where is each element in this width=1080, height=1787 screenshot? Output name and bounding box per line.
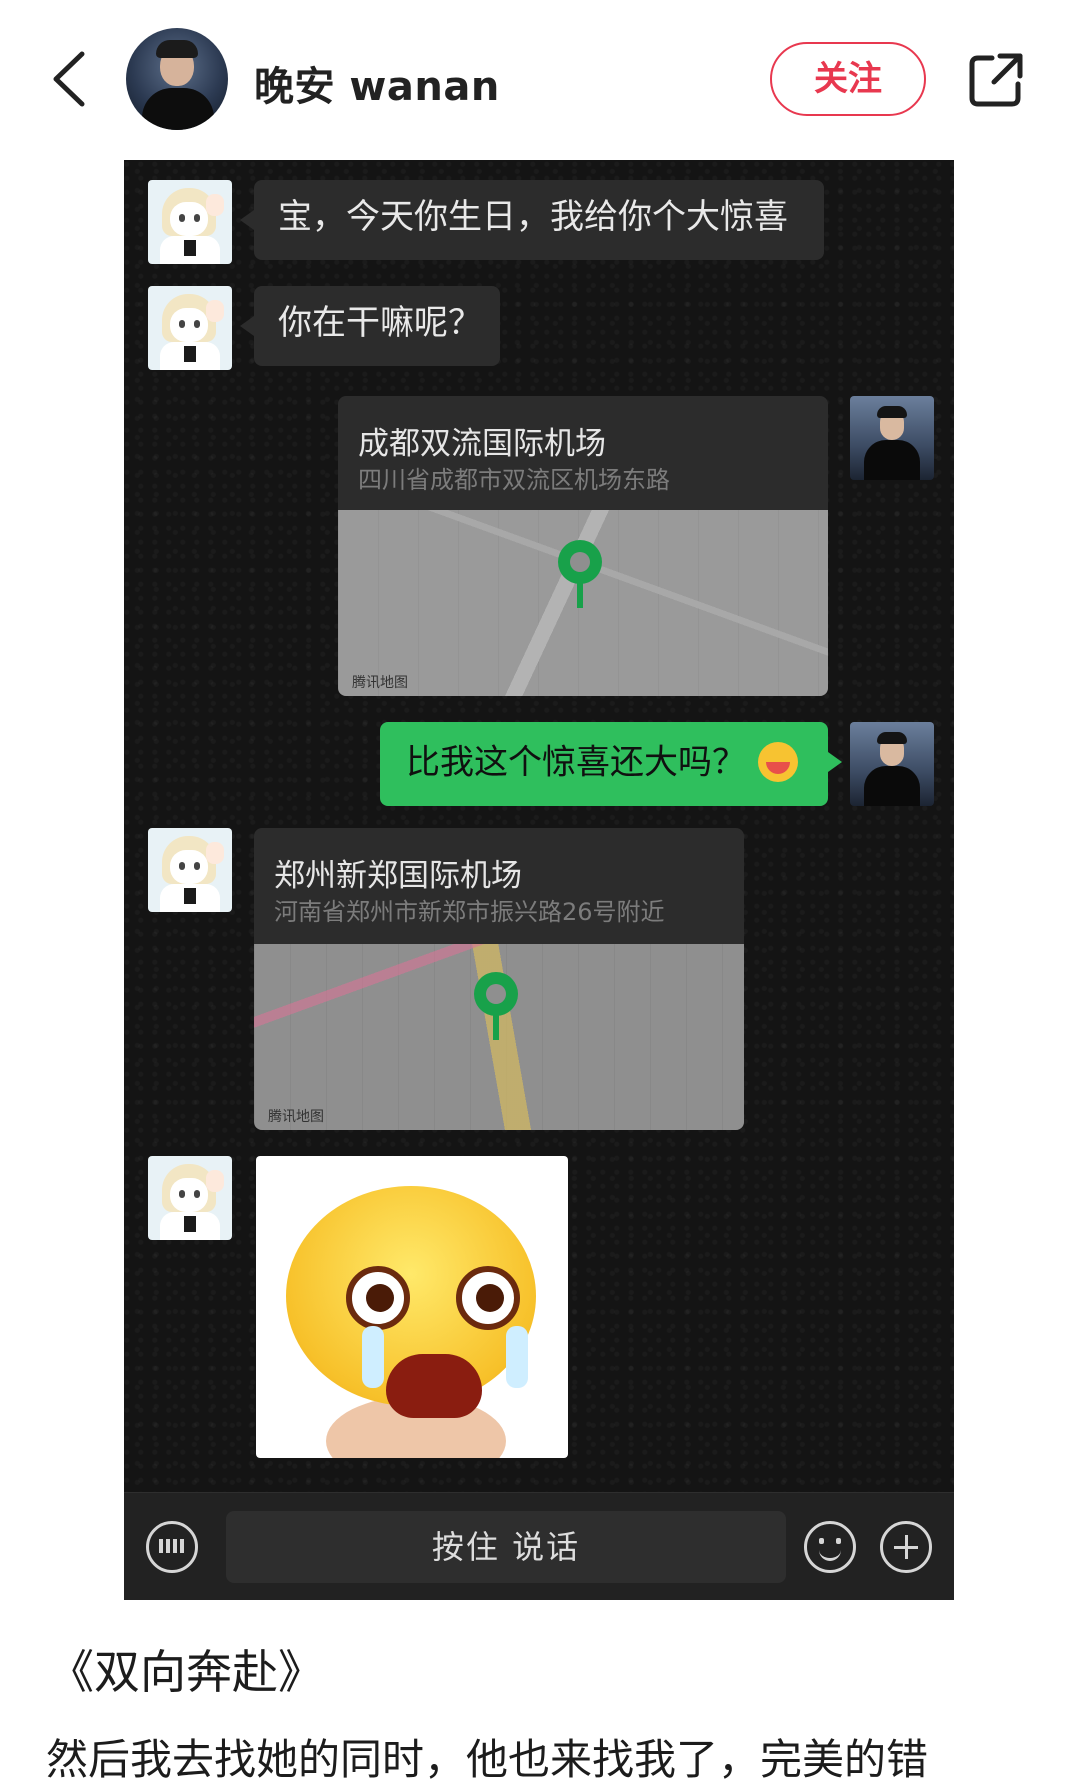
hair-shape: [877, 732, 907, 744]
hand-shape: [206, 194, 224, 216]
message-bubble[interactable]: 你在干嘛呢？: [240, 286, 500, 366]
share-icon[interactable]: [966, 50, 1026, 110]
hand-shape: [206, 842, 224, 864]
tie-shape: [184, 240, 196, 256]
contact-avatar[interactable]: [148, 286, 232, 370]
self-avatar[interactable]: [850, 722, 934, 806]
hair-shape: [877, 406, 907, 418]
map-pin-icon: [558, 540, 602, 610]
eye-shape: [194, 862, 200, 870]
plus-icon[interactable]: [880, 1521, 932, 1573]
avatar-hair-shape: [156, 40, 198, 58]
location-card[interactable]: 成都双流国际机场 四川省成都市双流区机场东路 腾讯地图: [338, 396, 828, 696]
map-source-label: 腾讯地图: [352, 675, 408, 691]
body-shape: [864, 440, 920, 480]
pupil-shape: [366, 1284, 394, 1312]
location-address: 河南省郑州市新郑市振兴路26号附近: [274, 898, 665, 926]
location-card[interactable]: 郑州新郑国际机场 河南省郑州市新郑市振兴路26号附近 腾讯地图: [254, 828, 744, 1130]
message-text: 宝，今天你生日，我给你个大惊喜: [278, 197, 788, 237]
keyboard-icon[interactable]: [146, 1521, 198, 1573]
mouth-shape: [386, 1354, 482, 1418]
contact-avatar[interactable]: [148, 828, 232, 912]
message-bubble[interactable]: 宝，今天你生日，我给你个大惊喜: [240, 180, 824, 260]
crying-face-sticker[interactable]: [256, 1156, 568, 1458]
avatar-body-shape: [142, 88, 214, 130]
message-text: 你在干嘛呢？: [278, 303, 482, 343]
pin-ring-shape: [474, 972, 518, 1016]
hand-shape: [206, 1170, 224, 1192]
tear-shape: [506, 1326, 528, 1388]
message-bubble[interactable]: 比我这个惊喜还大吗？: [380, 722, 842, 806]
eye-shape: [346, 1266, 410, 1330]
pin-ring-shape: [558, 540, 602, 584]
eye-shape: [179, 320, 185, 328]
eye-shape: [194, 320, 200, 328]
contact-avatar[interactable]: [148, 1156, 232, 1240]
author-avatar[interactable]: [126, 28, 228, 130]
tie-shape: [184, 1216, 196, 1232]
face-shape: [170, 1178, 208, 1212]
eye-shape: [194, 214, 200, 222]
eye-shape: [456, 1266, 520, 1330]
message-text: 比我这个惊喜还大吗？: [406, 742, 746, 783]
contact-avatar[interactable]: [148, 180, 232, 264]
eye-shape: [179, 1190, 185, 1198]
pin-stem-shape: [577, 580, 583, 608]
location-map[interactable]: 腾讯地图: [338, 510, 828, 696]
mask-face-emoji-icon: [758, 742, 798, 782]
post-body-text: 然后我去找她的同时，他也来找我了，完美的错: [46, 1735, 929, 1784]
post-header: 晚安 wanan 关注: [0, 0, 1080, 160]
face-shape: [170, 850, 208, 884]
location-title: 郑州新郑国际机场: [274, 858, 522, 894]
smile-icon[interactable]: [804, 1521, 856, 1573]
face-shape: [170, 202, 208, 236]
location-title: 成都双流国际机场: [358, 426, 606, 462]
body-shape: [864, 766, 920, 806]
pin-stem-shape: [493, 1012, 499, 1040]
hand-shape: [206, 300, 224, 322]
post-title: 《双向奔赴》: [48, 1645, 324, 1699]
author-username[interactable]: 晚安 wanan: [254, 54, 500, 112]
pupil-shape: [476, 1284, 504, 1312]
chat-screenshot: 宝，今天你生日，我给你个大惊喜 你在干嘛呢？ 成都双流国际机场 四川省成都市双流…: [124, 160, 954, 1600]
map-source-label: 腾讯地图: [268, 1109, 324, 1125]
tie-shape: [184, 346, 196, 362]
eye-shape: [179, 214, 185, 222]
sticker-face-shape: [286, 1186, 536, 1418]
location-address: 四川省成都市双流区机场东路: [358, 466, 670, 494]
hold-to-talk-button[interactable]: 按住 说话: [226, 1511, 786, 1583]
chat-input-bar: 按住 说话: [124, 1492, 954, 1600]
self-avatar[interactable]: [850, 396, 934, 480]
tear-shape: [362, 1326, 384, 1388]
location-map[interactable]: 腾讯地图: [254, 944, 744, 1130]
tie-shape: [184, 888, 196, 904]
face-shape: [170, 308, 208, 342]
eye-shape: [179, 862, 185, 870]
eye-shape: [194, 1190, 200, 1198]
follow-button[interactable]: 关注: [770, 42, 926, 116]
map-pin-icon: [474, 972, 518, 1042]
back-arrow-icon[interactable]: [44, 48, 94, 110]
